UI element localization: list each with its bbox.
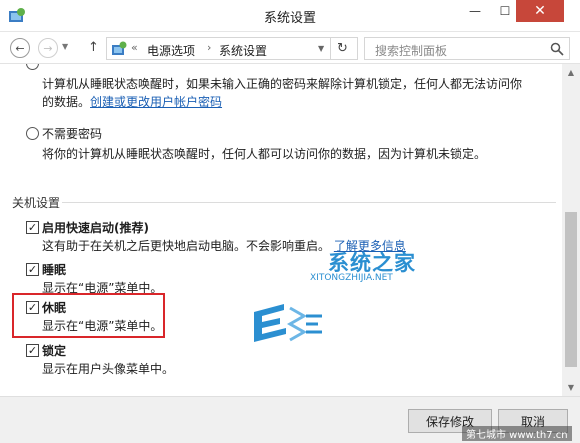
fast-startup-desc-text: 这有助于在关机之后更快地启动电脑。不会影响重启。 (42, 239, 331, 253)
search-placeholder: 搜索控制面板 (375, 44, 448, 58)
settings-content: 计算机从睡眠状态唤醒时，如果未输入正确的密码来解除计算机锁定，任何人都无法访问你… (0, 64, 562, 396)
control-panel-icon (112, 41, 127, 55)
lock-label[interactable]: 锁定 (42, 342, 66, 359)
watermark-url: XITONGZHIJIA.NET (310, 273, 393, 283)
group-divider (62, 202, 556, 203)
back-button[interactable]: ← (10, 38, 30, 58)
require-password-radio[interactable] (26, 64, 39, 70)
refresh-button[interactable]: ↻ (330, 37, 354, 60)
lock-checkbox[interactable]: ✓ (26, 344, 39, 357)
address-dropdown-icon[interactable]: ▼ (318, 44, 324, 53)
minimize-button[interactable]: — (460, 0, 490, 22)
require-password-desc-prefix: 的数据。 (42, 95, 91, 109)
hibernate-highlight-box (12, 293, 165, 338)
change-password-link[interactable]: 创建或更改用户帐户密码 (90, 95, 222, 109)
no-password-desc: 将你的计算机从睡眠状态唤醒时，任何人都可以访问你的数据，因为计算机未锁定。 (42, 147, 487, 161)
fast-startup-checkbox[interactable]: ✓ (26, 221, 39, 234)
navigation-bar: ← → ▼ ↑ « 电源选项 › 系统设置 ▼ ↻ 搜索控制面板 (0, 32, 580, 64)
require-password-desc-line2: 的数据。创建或更改用户帐户密码 (42, 93, 222, 110)
breadcrumb-separator[interactable]: › (207, 41, 211, 54)
scrollbar-thumb[interactable] (565, 212, 577, 367)
breadcrumb-item-power-options[interactable]: 电源选项 (147, 42, 195, 59)
title-bar: 系统设置 — ☐ ✕ (0, 0, 580, 32)
search-icon[interactable] (550, 42, 564, 56)
fast-startup-label[interactable]: 启用快速启动(推荐) (42, 219, 149, 236)
sleep-label[interactable]: 睡眠 (42, 261, 66, 278)
forward-button[interactable]: → (38, 38, 58, 58)
recent-locations-chevron-icon[interactable]: ▼ (62, 42, 68, 51)
shutdown-settings-heading: 关机设置 (12, 196, 61, 210)
close-button[interactable]: ✕ (516, 0, 564, 22)
up-button[interactable]: ↑ (88, 40, 99, 55)
vertical-scrollbar[interactable]: ▲ ▼ (562, 64, 580, 396)
corner-watermark: 第七城市 www.th7.cn (462, 426, 572, 441)
require-password-desc-line1: 计算机从睡眠状态唤醒时，如果未输入正确的密码来解除计算机锁定，任何人都无法访问你 (42, 77, 523, 91)
watermark-logo-icon (254, 304, 322, 342)
scroll-up-arrow-icon[interactable]: ▲ (562, 64, 580, 81)
search-input[interactable]: 搜索控制面板 (364, 37, 570, 60)
lock-desc: 显示在用户头像菜单中。 (42, 362, 175, 376)
no-password-label: 不需要密码 (42, 127, 103, 141)
scroll-down-arrow-icon[interactable]: ▼ (562, 379, 580, 396)
breadcrumb-overflow[interactable]: « (131, 41, 138, 54)
sleep-checkbox[interactable]: ✓ (26, 263, 39, 276)
no-password-radio[interactable] (26, 127, 39, 140)
breadcrumb-item-system-settings[interactable]: 系统设置 (219, 42, 267, 59)
